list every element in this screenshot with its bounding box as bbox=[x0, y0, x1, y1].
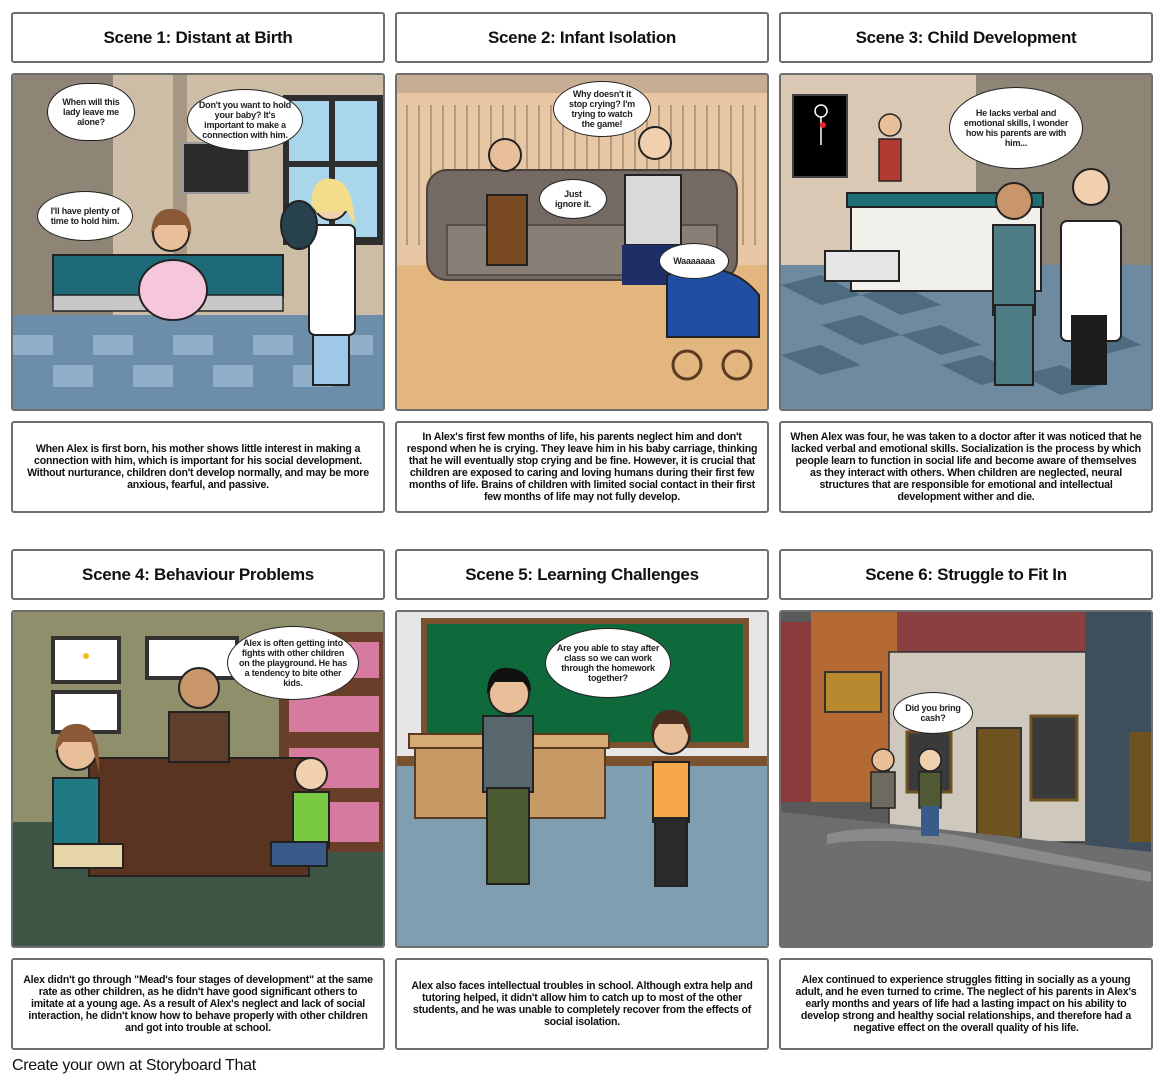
speech-bubble: He lacks verbal and emotional skills, I … bbox=[949, 87, 1083, 169]
storyboard-that-footer-link[interactable]: Create your own at Storyboard That bbox=[12, 1057, 256, 1075]
scene-2-title: Scene 2: Infant Isolation bbox=[395, 12, 769, 63]
scene-1-title: Scene 1: Distant at Birth bbox=[11, 12, 385, 63]
scene-3-caption: When Alex was four, he was taken to a do… bbox=[779, 421, 1153, 513]
speech-bubble: I'll have plenty of time to hold him. bbox=[37, 191, 133, 241]
speech-bubble: Just ignore it. bbox=[539, 179, 607, 219]
scene-5-caption: Alex also faces intellectual troubles in… bbox=[395, 958, 769, 1050]
speech-bubble: Why doesn't it stop crying? I'm trying t… bbox=[553, 81, 651, 137]
scene-4-illustration: Alex is often getting into fights with o… bbox=[11, 610, 385, 948]
speech-bubble: When will this lady leave me alone? bbox=[47, 83, 135, 141]
scene-1-caption: When Alex is first born, his mother show… bbox=[11, 421, 385, 513]
scene-5-title: Scene 5: Learning Challenges bbox=[395, 549, 769, 600]
scene-2-caption: In Alex's first few months of life, his … bbox=[395, 421, 769, 513]
scene-1-illustration: When will this lady leave me alone? Don'… bbox=[11, 73, 385, 411]
scene-2-illustration: Why doesn't it stop crying? I'm trying t… bbox=[395, 73, 769, 411]
speech-bubble: Are you able to stay after class so we c… bbox=[545, 628, 671, 698]
scene-4-title: Scene 4: Behaviour Problems bbox=[11, 549, 385, 600]
scene-4-caption: Alex didn't go through "Mead's four stag… bbox=[11, 958, 385, 1050]
speech-bubble: Don't you want to hold your baby? It's i… bbox=[187, 89, 303, 151]
scene-3-illustration: He lacks verbal and emotional skills, I … bbox=[779, 73, 1153, 411]
scene-6-title: Scene 6: Struggle to Fit In bbox=[779, 549, 1153, 600]
scene-6-caption: Alex continued to experience struggles f… bbox=[779, 958, 1153, 1050]
speech-bubble: Did you bring cash? bbox=[893, 692, 973, 734]
street-illustration bbox=[781, 612, 1151, 946]
scene-6-illustration: Did you bring cash? bbox=[779, 610, 1153, 948]
speech-bubble: Waaaaaaa bbox=[659, 243, 729, 279]
scene-3-title: Scene 3: Child Development bbox=[779, 12, 1153, 63]
speech-bubble: Alex is often getting into fights with o… bbox=[227, 626, 359, 700]
scene-5-illustration: Are you able to stay after class so we c… bbox=[395, 610, 769, 948]
